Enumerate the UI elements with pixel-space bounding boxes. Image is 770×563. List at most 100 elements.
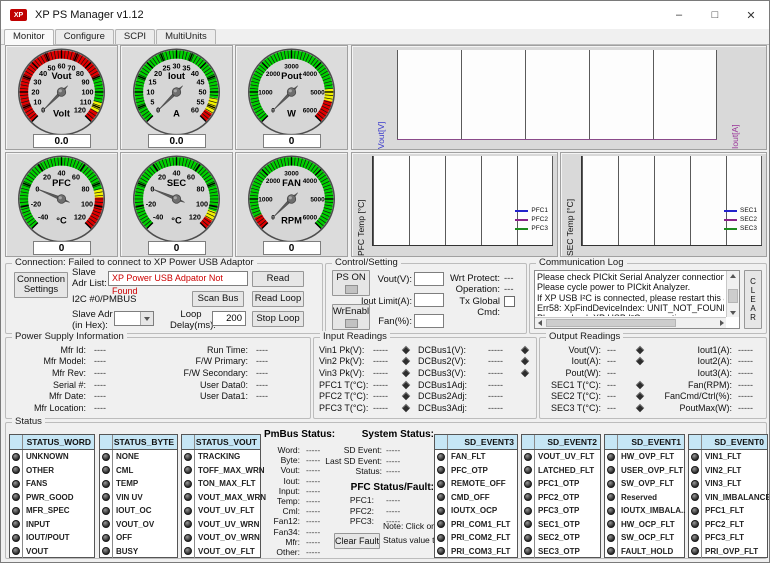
scan-bus-button[interactable]: Scan Bus (192, 291, 244, 307)
maximize-button[interactable]: □ (697, 1, 733, 29)
status-diamond-icon (402, 404, 410, 412)
legend-line-swatch (515, 219, 528, 221)
gauge-pout-dial: 0100020003000400050006000PoutW (236, 46, 347, 135)
status-list-row: SW_OVP_FLT (605, 477, 684, 491)
tab-scpi[interactable]: SCPI (115, 29, 155, 44)
status-led-cell (10, 464, 23, 478)
status-list-led-column (605, 435, 618, 449)
minimize-button[interactable]: – (661, 1, 697, 29)
pfc-status-row-value[interactable]: ----- (386, 516, 400, 526)
status-led-cell (10, 504, 23, 518)
status-led-cell (100, 504, 113, 518)
scroll-right-icon[interactable] (717, 318, 726, 328)
log-hscroll-thumb[interactable] (546, 319, 676, 327)
gauge-pfc-dial: -40-20020406080100120PFC°C (6, 153, 117, 242)
wr-enabl-button[interactable]: WrEnabl (332, 304, 370, 330)
status-led-cell (100, 518, 113, 532)
psu-info-row: User Data1:---- (164, 390, 306, 402)
clear-log-button[interactable]: CLEAR (744, 270, 762, 329)
clear-button-letter: C (750, 277, 756, 286)
pmbus-status-row-value[interactable]: ----- (306, 516, 320, 526)
tab-configure[interactable]: Configure (55, 29, 114, 44)
plot-gridline (445, 156, 446, 245)
pmbus-status-row-value[interactable]: ----- (306, 496, 320, 506)
pmbus-status-row-value[interactable]: ----- (306, 537, 320, 547)
output-reading-row: Fan(RPM):----- (652, 379, 764, 391)
log-vscroll-thumb[interactable] (728, 289, 738, 303)
communication-log-box[interactable]: Please check PICkit Serial Analyzer conn… (534, 270, 740, 329)
plot-gridline (481, 156, 482, 245)
tab-multiunits[interactable]: MultiUnits (156, 29, 216, 44)
read-loop-button[interactable]: Read Loop (252, 291, 304, 307)
tx-global-cmd-checkbox[interactable] (504, 296, 515, 307)
status-list-status_word[interactable]: STATUS_WORDUNKNOWNOTHERFANSPWR_GOODMFR_S… (9, 434, 95, 558)
output-reading-row-label: Fan(RPM): (652, 380, 732, 390)
psu-info-row-value: ---- (94, 380, 134, 390)
input-reading-row-label: Vin3 Pk(V): (319, 368, 369, 378)
status-item-label: VIN3_FLT (702, 477, 767, 491)
adaptor-status-field[interactable]: XP Power USB Adpator Not Found (108, 271, 248, 286)
status-diamond-icon (521, 369, 529, 377)
status-list-row: TON_MAX_FLT (182, 477, 260, 491)
clear-fault-button[interactable]: Clear Fault (334, 533, 380, 549)
stop-loop-button[interactable]: Stop Loop (252, 311, 304, 327)
system-status-row-value[interactable]: ----- (386, 445, 400, 455)
status-item-label: PRI_COM1_FLT (448, 518, 517, 532)
status-item-label: VIN_IMBALANCE (702, 491, 770, 505)
status-led-cell (100, 464, 113, 478)
input-reading-row-value: ----- (488, 356, 514, 366)
loop-delay-field[interactable]: 200 (212, 311, 246, 326)
status-list-led-column (435, 435, 448, 449)
output-reading-row-value: --- (607, 403, 629, 413)
output-reading-row-label: Iout3(A): (652, 368, 732, 378)
status-list-sd_event3[interactable]: SD_EVENT3FAN_FLTPFC_OTPREMOTE_OFFCMD_OFF… (434, 434, 518, 558)
combo-dropdown-arrow-icon[interactable] (140, 312, 153, 325)
read-button[interactable]: Read (252, 271, 304, 287)
status-list-row: VIN1_FLT (689, 450, 767, 464)
svg-text:-20: -20 (146, 199, 156, 208)
status-item-label: TOFF_MAX_WRN (195, 464, 265, 478)
status-list-row: PFC3_OTP (522, 504, 600, 518)
scroll-up-icon[interactable] (727, 271, 739, 280)
status-item-label: Reserved (618, 491, 684, 505)
status-item-label: VIN UV (113, 491, 177, 505)
status-list-sd_event0[interactable]: SD_EVENT0VIN1_FLTVIN2_FLTVIN3_FLTVIN_IMB… (688, 434, 768, 558)
pmbus-status-row-value[interactable]: ----- (306, 527, 320, 537)
system-status-row-value[interactable]: ----- (386, 466, 400, 476)
status-led-icon (184, 534, 192, 542)
plot-gridline (761, 156, 762, 245)
connection-settings-button[interactable]: Connection Settings (14, 272, 68, 298)
log-horizontal-scrollbar[interactable] (535, 317, 726, 328)
scroll-down-icon[interactable] (727, 308, 739, 317)
status-diamond-icon (636, 357, 644, 365)
svg-text:60: 60 (57, 61, 65, 70)
status-led-icon (524, 480, 532, 488)
status-item-label: VOUT_UV_FLT (195, 504, 260, 518)
log-vertical-scrollbar[interactable] (726, 271, 739, 317)
status-item-label: HW_OVP_FLT (618, 450, 684, 464)
pmbus-status-row-value[interactable]: ----- (306, 547, 320, 557)
psu-info-row: F/W Secondary:---- (164, 367, 306, 379)
status-led-icon (12, 493, 20, 501)
status-led-cell (689, 464, 702, 478)
status-list-status_byte[interactable]: STATUS_BYTENONECMLTEMPVIN UVIOUT_OCVOUT_… (99, 434, 178, 558)
pmbus-status-row-value[interactable]: ----- (306, 476, 320, 486)
system-status-row-value[interactable]: ----- (386, 456, 400, 466)
status-list-sd_event1[interactable]: SD_EVENT1HW_OVP_FLTUSER_OVP_FLTSW_OVP_FL… (604, 434, 685, 558)
status-led-icon (12, 534, 20, 542)
pmbus-status-row-value[interactable]: ----- (306, 506, 320, 516)
pfc-status-row-value[interactable]: ----- (386, 495, 400, 505)
legend-line-swatch (724, 210, 737, 212)
ps-on-button[interactable]: PS ON (332, 270, 370, 296)
pmbus-status-row-value[interactable]: ----- (306, 486, 320, 496)
status-list-status_vout[interactable]: STATUS_VOUTTRACKINGTOFF_MAX_WRNTON_MAX_F… (181, 434, 261, 558)
scroll-left-icon[interactable] (535, 318, 544, 328)
pmbus-status-row-label: Other: (264, 547, 300, 557)
pfc-status-row-value[interactable]: ----- (386, 506, 400, 516)
vout-setting-field[interactable] (414, 272, 444, 286)
slave-adr-select[interactable] (114, 311, 154, 326)
status-led-icon (12, 547, 20, 555)
status-list-sd_event2[interactable]: SD_EVENT2VOUT_UV_FLTLATCHED_FLTPFC1_OTPP… (521, 434, 601, 558)
close-button[interactable]: ✕ (733, 1, 769, 29)
tab-monitor[interactable]: Monitor (4, 29, 54, 45)
